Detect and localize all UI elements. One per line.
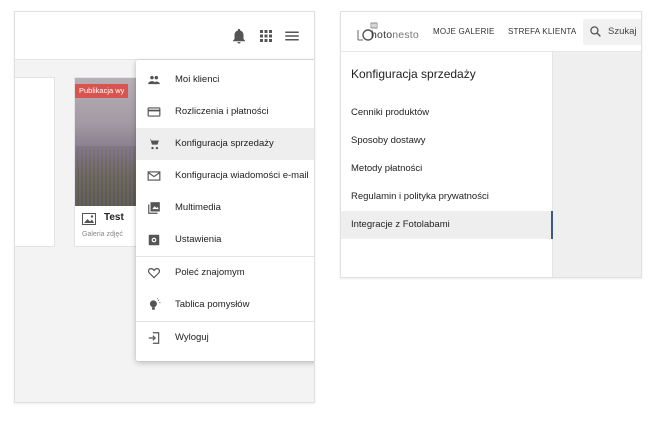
menu-item-sales-config[interactable]: Konfiguracja sprzedaży <box>136 128 314 160</box>
heart-icon <box>147 266 161 280</box>
menu-item-refer-friends[interactable]: Poleć znajomym <box>136 257 314 289</box>
nav-client-zone[interactable]: STREFA KLIENTA <box>508 27 576 36</box>
gallery-subtitle: Galeria zdjęć <box>82 231 123 238</box>
search-icon <box>589 25 602 38</box>
sales-item-delivery-methods[interactable]: Sposoby dostawy <box>341 127 553 155</box>
multimedia-icon <box>147 201 161 215</box>
search-placeholder: Szukaj <box>608 26 637 37</box>
credit-card-icon <box>147 105 161 119</box>
sales-config-menu: Konfiguracja sprzedaży Cenniki produktów… <box>341 52 553 277</box>
menu-item-email-config[interactable]: Konfiguracja wiadomości e-mail <box>136 160 314 192</box>
bell-icon[interactable] <box>230 27 248 45</box>
publication-badge: Publikacja wy <box>75 84 129 98</box>
sales-item-price-lists[interactable]: Cenniki produktów <box>341 99 553 127</box>
top-nav-bar: hotonesto MOJE GALERIE STREFA KLIENTA Sz… <box>341 12 641 52</box>
gallery-title: Test <box>104 212 124 223</box>
hamburger-menu-icon[interactable] <box>283 27 301 45</box>
shopping-cart-icon <box>147 137 161 151</box>
top-bar <box>15 12 314 60</box>
sales-item-fotolab-integrations[interactable]: Integracje z Fotolabami <box>341 211 553 239</box>
sales-item-payment-methods[interactable]: Metody płatności <box>341 155 553 183</box>
photonesto-logo[interactable]: hotonesto <box>355 20 427 44</box>
gallery-icon <box>82 213 96 225</box>
gallery-card[interactable] <box>15 77 55 247</box>
menu-item-clients[interactable]: Moi klienci <box>136 64 314 96</box>
people-icon <box>147 73 161 87</box>
sales-item-terms-privacy[interactable]: Regulamin i polityka prywatności <box>341 183 553 211</box>
sales-menu-title: Konfiguracja sprzedaży <box>351 67 476 81</box>
menu-item-ideas-board[interactable]: Tablica pomysłów <box>136 289 314 321</box>
gallery-card[interactable]: Publikacja wy Test Galeria zdjęć <box>74 77 144 247</box>
lightbulb-icon <box>147 298 161 312</box>
logo-wordmark: hotonesto <box>371 29 419 41</box>
dashboard-panel: Publikacja wy Test Galeria zdjęć Moi kli… <box>14 11 315 403</box>
settings-icon <box>147 233 161 247</box>
menu-item-settings[interactable]: Ustawienia <box>136 224 314 256</box>
mail-icon <box>147 169 161 183</box>
menu-item-multimedia[interactable]: Multimedia <box>136 192 314 224</box>
menu-item-billing[interactable]: Rozliczenia i płatności <box>136 96 314 128</box>
apps-grid-icon[interactable] <box>257 27 275 45</box>
main-dropdown-menu: Moi klienci Rozliczenia i płatności Konf… <box>136 60 314 361</box>
nav-my-galleries[interactable]: MOJE GALERIE <box>433 27 495 36</box>
menu-item-logout[interactable]: Wyloguj <box>136 322 314 354</box>
search-input[interactable]: Szukaj <box>583 19 641 45</box>
logout-icon <box>147 331 161 345</box>
sales-config-panel: hotonesto MOJE GALERIE STREFA KLIENTA Sz… <box>340 11 642 278</box>
